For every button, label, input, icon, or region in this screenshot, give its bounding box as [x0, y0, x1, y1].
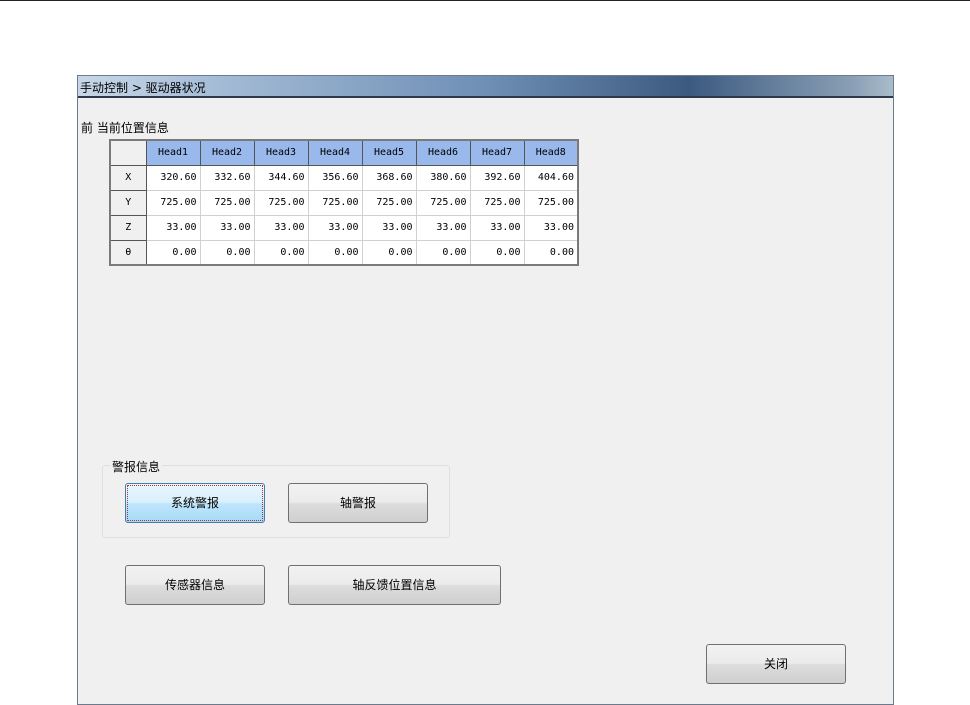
- top-border: [0, 0, 970, 1]
- table-cell: 725.00: [199, 189, 255, 216]
- alarm-group-label: 警报信息: [110, 458, 163, 475]
- row-header: Y: [109, 189, 147, 216]
- table-cell: 380.60: [415, 164, 471, 191]
- position-table: Head1 Head2 Head3 Head4 Head5 Head6 Head7 Head8…: [109, 139, 579, 266]
- column-header: Head2: [199, 139, 255, 166]
- table-cell: 0.00: [253, 239, 309, 266]
- table-cell: 725.00: [253, 189, 309, 216]
- column-header: Head6: [415, 139, 471, 166]
- table-row: θ 0.00 0.00 0.00 0.00 0.00 0.00 0.00 0.00: [109, 239, 579, 266]
- drive-status-window: 手动控制 > 驱动器状况 前 当前位置信息 Head1 Head2 Head3 Hea…: [77, 75, 894, 705]
- column-header: Head7: [469, 139, 525, 166]
- position-info-label: 前 当前位置信息: [81, 121, 169, 135]
- row-header: θ: [109, 239, 147, 266]
- table-cell: 725.00: [361, 189, 417, 216]
- table-cell: 33.00: [361, 214, 417, 241]
- table-cell: 725.00: [145, 189, 201, 216]
- sensor-info-button[interactable]: 传感器信息: [125, 565, 265, 605]
- corner-cell: [109, 139, 147, 166]
- table-cell: 332.60: [199, 164, 255, 191]
- table-cell: 725.00: [415, 189, 471, 216]
- table-cell: 344.60: [253, 164, 309, 191]
- table-cell: 368.60: [361, 164, 417, 191]
- table-cell: 0.00: [199, 239, 255, 266]
- table-row: Z 33.00 33.00 33.00 33.00 33.00 33.00 33.00 33.0…: [109, 214, 579, 241]
- column-header: Head5: [361, 139, 417, 166]
- column-header: Head4: [307, 139, 363, 166]
- table-cell: 356.60: [307, 164, 363, 191]
- table-cell: 0.00: [145, 239, 201, 266]
- table-cell: 0.00: [469, 239, 525, 266]
- table-cell: 392.60: [469, 164, 525, 191]
- row-header: Z: [109, 214, 147, 241]
- table-row: Y 725.00 725.00 725.00 725.00 725.00 725.00 725…: [109, 189, 579, 216]
- table-cell: 33.00: [469, 214, 525, 241]
- table-cell: 33.00: [145, 214, 201, 241]
- table-cell: 725.00: [523, 189, 579, 216]
- table-cell: 0.00: [415, 239, 471, 266]
- table-cell: 725.00: [307, 189, 363, 216]
- table-cell: 33.00: [523, 214, 579, 241]
- close-button[interactable]: 关闭: [706, 644, 846, 684]
- axis-feedback-position-button[interactable]: 轴反馈位置信息: [288, 565, 501, 605]
- column-header: Head1: [145, 139, 201, 166]
- window-title: 手动控制 > 驱动器状况: [78, 76, 893, 98]
- table-cell: 0.00: [361, 239, 417, 266]
- column-header: Head8: [523, 139, 579, 166]
- table-row: X 320.60 332.60 344.60 356.60 368.60 380.60 392…: [109, 164, 579, 191]
- table-cell: 320.60: [145, 164, 201, 191]
- column-header: Head3: [253, 139, 309, 166]
- table-cell: 0.00: [523, 239, 579, 266]
- table-cell: 33.00: [253, 214, 309, 241]
- table-cell: 0.00: [307, 239, 363, 266]
- axis-alarm-button[interactable]: 轴警报: [288, 483, 428, 523]
- table-cell: 33.00: [199, 214, 255, 241]
- table-cell: 33.00: [415, 214, 471, 241]
- table-cell: 404.60: [523, 164, 579, 191]
- row-header: X: [109, 164, 147, 191]
- table-cell: 33.00: [307, 214, 363, 241]
- table-cell: 725.00: [469, 189, 525, 216]
- system-alarm-button[interactable]: 系统警报: [125, 483, 265, 523]
